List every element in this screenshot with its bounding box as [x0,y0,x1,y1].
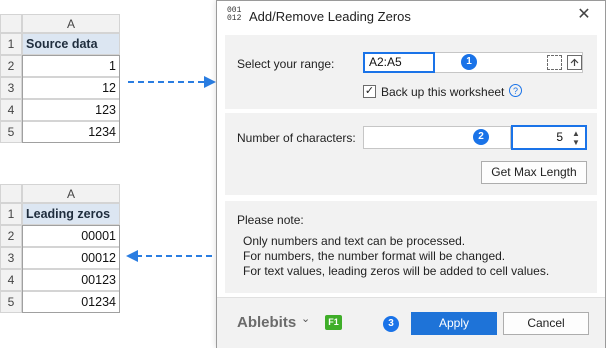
close-icon[interactable]: ✕ [575,6,593,24]
stepper-up-icon[interactable]: ▲ [571,129,581,138]
cell-source-value[interactable]: 1234 [22,121,120,143]
cell-result-value[interactable]: 00012 [22,247,120,269]
dialog-title: Add/Remove Leading Zeros [249,9,411,24]
backup-checkbox[interactable]: ✓ [363,85,376,98]
characters-stepper[interactable]: 5 ▲ ▼ [511,125,587,150]
apply-button[interactable]: Apply [411,312,497,335]
column-header-a[interactable]: A [22,14,120,33]
range-label: Select your range: [237,57,335,71]
grid-corner [0,14,22,33]
characters-label: Number of characters: [237,131,356,145]
chevron-down-icon[interactable]: ⌄ [301,312,310,325]
step-badge-2: 2 [473,129,489,145]
cell-result-value[interactable]: 00001 [22,225,120,247]
ablebits-logo[interactable]: Ablebits [237,314,296,331]
backup-label[interactable]: Back up this worksheet [381,85,504,99]
step-badge-1: 1 [461,54,477,70]
grid-corner [0,184,22,203]
dialog-titlebar: 001 012 Add/Remove Leading Zeros ✕ [217,1,605,31]
cell-source-value[interactable]: 12 [22,77,120,99]
select-range-icon[interactable] [547,55,562,70]
cell-source-header[interactable]: Source data [22,33,120,55]
row-number[interactable]: 3 [0,247,22,269]
leading-zeros-icon: 001 012 [227,6,242,23]
cell-source-value[interactable]: 123 [22,99,120,121]
cell-source-value[interactable]: 1 [22,55,120,77]
cancel-button[interactable]: Cancel [503,312,589,335]
note-title: Please note: [237,213,304,227]
range-input[interactable]: A2:A5 [363,52,435,73]
help-icon[interactable]: ? [509,84,522,97]
expand-range-icon[interactable] [567,55,582,70]
row-number[interactable]: 1 [0,33,22,55]
row-number[interactable]: 5 [0,121,22,143]
row-number[interactable]: 1 [0,203,22,225]
note-line: For numbers, the number format will be c… [243,249,506,263]
characters-value: 5 [556,130,563,144]
row-number[interactable]: 4 [0,269,22,291]
cell-result-value[interactable]: 00123 [22,269,120,291]
arrow-to-dialog-icon [128,76,216,88]
cell-result-header[interactable]: Leading zeros [22,203,120,225]
arrow-to-result-icon [126,250,214,262]
step-badge-3: 3 [383,316,399,332]
column-header-a[interactable]: A [22,184,120,203]
stepper-down-icon[interactable]: ▼ [571,138,581,147]
row-number[interactable]: 2 [0,55,22,77]
row-number[interactable]: 3 [0,77,22,99]
note-line: For text values, leading zeros will be a… [243,264,550,278]
row-number[interactable]: 5 [0,291,22,313]
row-number[interactable]: 2 [0,225,22,247]
note-line: Only numbers and text can be processed. [243,234,466,248]
cell-result-value[interactable]: 01234 [22,291,120,313]
row-number[interactable]: 4 [0,99,22,121]
f1-help-icon[interactable]: F1 [325,315,342,330]
add-remove-leading-zeros-dialog: 001 012 Add/Remove Leading Zeros ✕ Selec… [216,0,606,348]
get-max-length-button[interactable]: Get Max Length [481,161,587,184]
